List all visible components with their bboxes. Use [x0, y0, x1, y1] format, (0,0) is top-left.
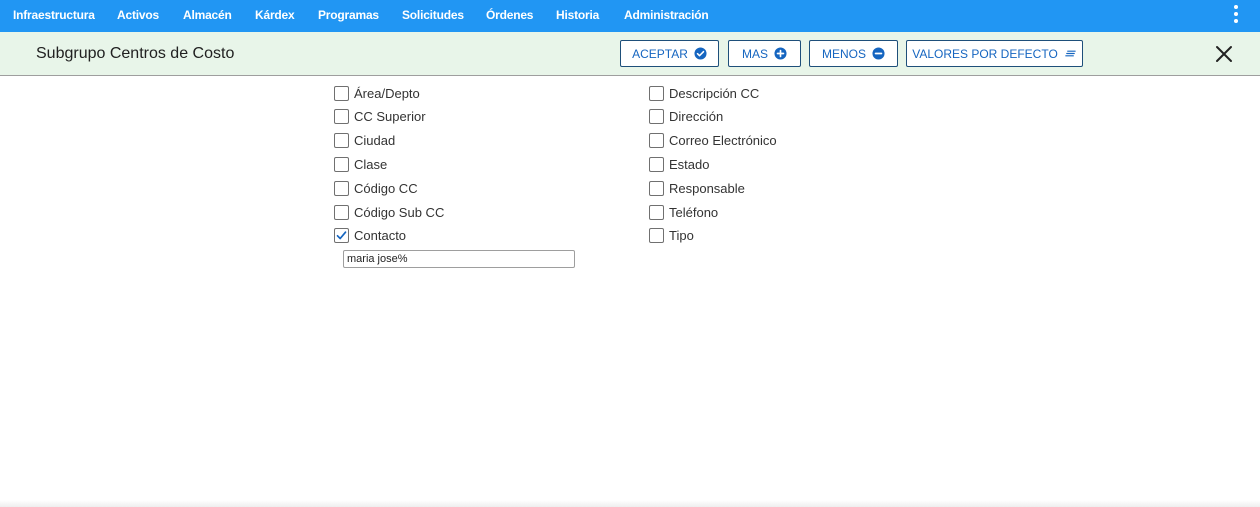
checkbox[interactable]	[649, 204, 664, 220]
nav-item-ordenes[interactable]: Órdenes	[486, 8, 533, 22]
option-contacto[interactable]: Contacto	[334, 226, 406, 244]
checkbox[interactable]	[649, 180, 664, 196]
option-label: Área/Depto	[354, 85, 420, 101]
option-label: Teléfono	[669, 204, 719, 220]
option-label: Descripción CC	[669, 85, 760, 101]
checkbox[interactable]	[649, 156, 664, 172]
checkbox[interactable]	[649, 85, 664, 101]
checkbox[interactable]	[334, 204, 349, 220]
less-button[interactable]: MENOS	[809, 40, 898, 67]
default-values-button[interactable]: VALORES POR DEFECTO	[906, 40, 1083, 67]
nav-item-infraestructura[interactable]: Infraestructura	[13, 8, 95, 22]
nav-item-almacen[interactable]: Almacén	[183, 8, 232, 22]
option-label: Dirección	[669, 108, 724, 124]
nav-item-programas[interactable]: Programas	[318, 8, 379, 22]
option-label: Responsable	[669, 180, 745, 196]
option-label: Tipo	[669, 227, 694, 243]
more-button[interactable]: MAS	[728, 40, 801, 67]
checkbox[interactable]	[334, 156, 349, 172]
option-codigo-cc[interactable]: Código CC	[334, 179, 418, 197]
nav-item-activos[interactable]: Activos	[117, 8, 159, 22]
option-clase[interactable]: Clase	[334, 155, 387, 173]
checkbox[interactable]	[334, 85, 349, 101]
lines-icon	[1065, 50, 1076, 57]
accept-button-label: ACEPTAR	[632, 46, 688, 61]
accept-button[interactable]: ACEPTAR	[620, 40, 719, 67]
option-codigo-sub-cc[interactable]: Código Sub CC	[334, 203, 444, 221]
option-telefono[interactable]: Teléfono	[649, 203, 718, 221]
top-navigation-bar: Infraestructura Activos Almacén Kárdex P…	[0, 0, 1260, 32]
option-estado[interactable]: Estado	[649, 155, 709, 173]
nav-item-kardex[interactable]: Kárdex	[255, 8, 295, 22]
option-label: CC Superior	[354, 108, 426, 124]
option-label: Correo Electrónico	[669, 132, 777, 148]
page-title: Subgrupo Centros de Costo	[36, 45, 235, 62]
kebab-menu-icon[interactable]	[1230, 4, 1242, 24]
option-area-depto[interactable]: Área/Depto	[334, 84, 420, 102]
check-icon	[336, 230, 347, 239]
checkbox[interactable]	[649, 132, 664, 148]
checkbox[interactable]	[649, 108, 664, 124]
nav-item-administracion[interactable]: Administración	[624, 8, 709, 22]
checkbox-checked[interactable]	[334, 227, 349, 243]
option-label: Contacto	[354, 227, 407, 243]
minus-circle-icon	[872, 47, 885, 60]
option-label: Estado	[669, 156, 710, 172]
contacto-filter-input[interactable]	[343, 250, 575, 268]
more-button-label: MAS	[741, 46, 768, 61]
checkbox[interactable]	[334, 132, 349, 148]
checkbox[interactable]	[649, 227, 664, 243]
option-label: Código CC	[354, 180, 418, 196]
option-cc-superior[interactable]: CC Superior	[334, 107, 426, 125]
option-ciudad[interactable]: Ciudad	[334, 131, 395, 149]
option-descripcion-cc[interactable]: Descripción CC	[649, 84, 759, 102]
checkbox[interactable]	[334, 180, 349, 196]
option-correo-electronico[interactable]: Correo Electrónico	[649, 131, 777, 149]
option-direccion[interactable]: Dirección	[649, 107, 723, 125]
nav-item-historia[interactable]: Historia	[556, 8, 599, 22]
nav-item-solicitudes[interactable]: Solicitudes	[402, 8, 464, 22]
check-circle-icon	[694, 47, 707, 60]
dialog-header: Subgrupo Centros de Costo ACEPTAR MAS ME…	[0, 32, 1260, 76]
option-tipo[interactable]: Tipo	[649, 226, 694, 244]
option-label: Ciudad	[354, 132, 396, 148]
option-responsable[interactable]: Responsable	[649, 179, 745, 197]
checkbox[interactable]	[334, 108, 349, 124]
default-values-button-label: VALORES POR DEFECTO	[912, 46, 1058, 61]
less-button-label: MENOS	[821, 46, 866, 61]
option-label: Clase	[354, 156, 388, 172]
close-icon[interactable]	[1213, 43, 1235, 65]
page-bottom-edge	[0, 500, 1260, 507]
plus-circle-icon	[774, 47, 787, 60]
option-label: Código Sub CC	[354, 204, 445, 220]
